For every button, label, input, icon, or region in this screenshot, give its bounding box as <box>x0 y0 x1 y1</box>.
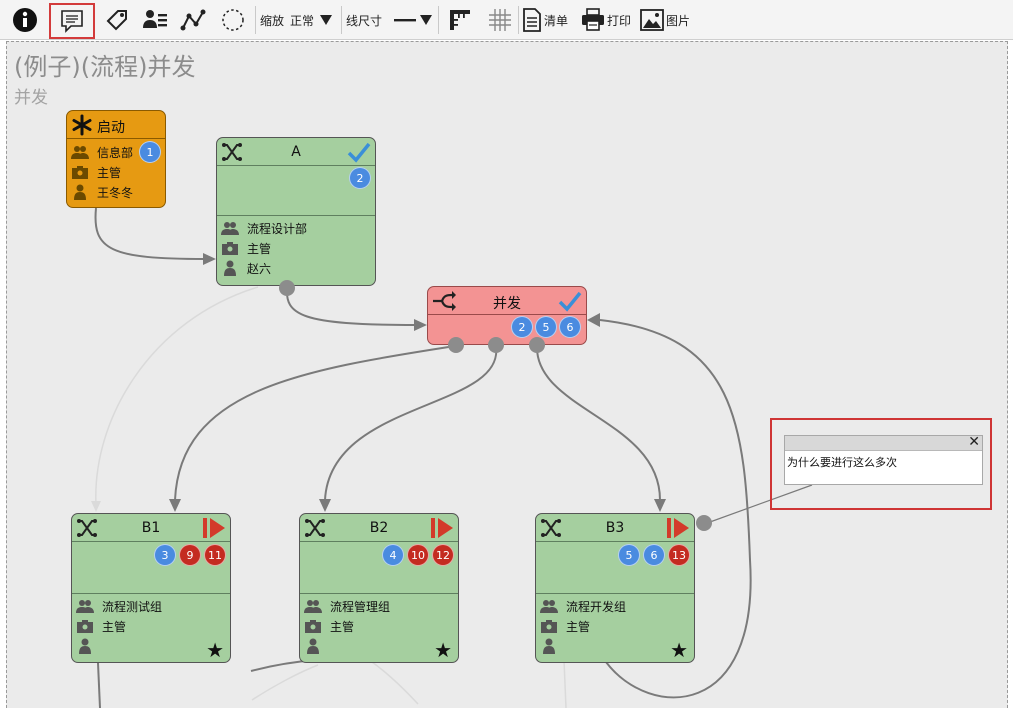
flow-designer: 缩放 正常 线尺寸 清单 打印 图片 (例子)(流程)并发 并发 启动 信息部 … <box>0 0 1013 708</box>
output-port[interactable] <box>696 515 712 531</box>
step-badge[interactable]: 2 <box>511 316 533 338</box>
node-user: 赵六 <box>247 261 272 276</box>
close-icon[interactable]: ✕ <box>968 434 980 450</box>
step-badge[interactable]: 1 <box>139 141 161 163</box>
group-icon <box>221 220 239 236</box>
node-dept: 流程开发组 <box>566 599 627 614</box>
comment-titlebar[interactable]: ✕ <box>785 434 982 451</box>
comment-text[interactable]: 为什么要进行这么多次 <box>787 454 897 470</box>
play-icon <box>203 518 225 538</box>
connector-a-gate <box>285 286 416 326</box>
node-role: 主管 <box>247 241 272 256</box>
star-icon: ★ <box>206 638 224 662</box>
arrowhead <box>587 313 600 327</box>
play-icon <box>667 518 689 538</box>
node-title: 启动 <box>97 120 125 136</box>
connector-gate-b2 <box>324 345 498 501</box>
ghost-connector <box>251 664 319 701</box>
node-user: 王冬冬 <box>97 185 134 200</box>
ghost-connector <box>95 286 259 506</box>
node-b1[interactable]: B1 3 9 11 流程测试组 主管 ★ <box>71 513 231 663</box>
node-a[interactable]: A 2 流程设计部 主管 赵六 <box>216 137 376 286</box>
node-role: 主管 <box>97 165 122 180</box>
output-port[interactable] <box>488 337 504 353</box>
asterisk-icon <box>72 114 92 136</box>
ghost-connector <box>563 659 567 708</box>
arrowhead <box>654 499 666 512</box>
ghost-arrowhead <box>91 501 101 512</box>
node-gate[interactable]: 并发 2 5 6 <box>427 286 587 345</box>
play-icon <box>431 518 453 538</box>
group-icon <box>76 598 94 614</box>
person-icon <box>540 638 558 654</box>
node-dept: 流程管理组 <box>330 599 391 614</box>
check-icon <box>558 291 582 312</box>
node-b2[interactable]: B2 4 10 12 流程管理组 主管 ★ <box>299 513 459 663</box>
step-badge[interactable]: 9 <box>179 544 201 566</box>
ghost-connector <box>371 661 419 705</box>
node-role: 主管 <box>330 619 355 634</box>
node-role: 主管 <box>102 619 127 634</box>
comment-note[interactable]: ✕ 为什么要进行这么多次 <box>784 434 983 485</box>
star-icon: ★ <box>670 638 688 662</box>
arrowhead <box>203 253 216 265</box>
output-port[interactable] <box>448 337 464 353</box>
step-badge[interactable]: 4 <box>382 544 404 566</box>
node-dept: 流程测试组 <box>102 599 163 614</box>
output-port[interactable] <box>529 337 545 353</box>
person-icon <box>76 638 94 654</box>
group-icon <box>540 598 558 614</box>
step-badge[interactable]: 6 <box>643 544 665 566</box>
node-dept: 流程设计部 <box>247 221 308 236</box>
id-card-icon <box>71 164 89 180</box>
group-icon <box>304 598 322 614</box>
person-icon <box>221 260 239 276</box>
group-icon <box>71 144 89 160</box>
node-b3[interactable]: B3 5 6 13 流程开发组 主管 ★ <box>535 513 695 663</box>
step-badge[interactable]: 5 <box>535 316 557 338</box>
arrowhead <box>319 499 331 512</box>
person-icon <box>304 638 322 654</box>
step-badge[interactable]: 11 <box>204 544 226 566</box>
check-icon <box>347 142 371 163</box>
node-start[interactable]: 启动 信息部 主管 王冬冬 1 <box>66 110 166 208</box>
step-badge[interactable]: 13 <box>668 544 690 566</box>
connector-gate-b1 <box>174 345 456 501</box>
step-badge[interactable]: 10 <box>407 544 429 566</box>
star-icon: ★ <box>434 638 452 662</box>
arrowhead <box>414 319 427 331</box>
id-card-icon <box>221 240 239 256</box>
id-card-icon <box>540 618 558 634</box>
connector-start-a <box>94 207 206 260</box>
person-icon <box>71 184 89 200</box>
id-card-icon <box>304 618 322 634</box>
step-badge[interactable]: 12 <box>432 544 454 566</box>
output-port[interactable] <box>279 280 295 296</box>
step-badge[interactable]: 3 <box>154 544 176 566</box>
step-badge[interactable]: 2 <box>349 167 371 189</box>
step-badge[interactable]: 6 <box>559 316 581 338</box>
node-role: 主管 <box>566 619 591 634</box>
node-dept: 信息部 <box>97 145 134 160</box>
id-card-icon <box>76 618 94 634</box>
step-badge[interactable]: 5 <box>618 544 640 566</box>
connector-b1-down <box>97 662 101 708</box>
connector-gate-b3 <box>535 345 661 501</box>
arrowhead <box>169 499 181 512</box>
